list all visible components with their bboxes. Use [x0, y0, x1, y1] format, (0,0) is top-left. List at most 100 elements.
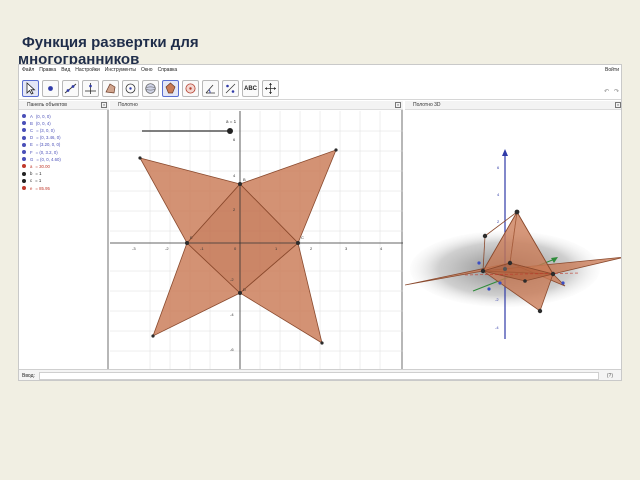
x-tick-label: 3 [345, 246, 348, 251]
graphics-view-header: Полотно × [110, 101, 403, 110]
polyhedron-net-icon [165, 82, 176, 94]
graphics-view-title: Полотно [118, 102, 138, 108]
menu-help[interactable]: Справка [158, 67, 178, 73]
algebra-item[interactable]: c = 1 [22, 178, 41, 184]
reflect-tool-button[interactable] [222, 80, 239, 97]
menu-tools[interactable]: Инструменты [105, 67, 136, 73]
sphere-tool-button[interactable] [142, 80, 159, 97]
help-icon[interactable]: (?) [607, 373, 613, 379]
input-bar: Ввод: (?) [19, 369, 621, 380]
visibility-toggle-icon[interactable] [22, 171, 26, 176]
reflect-icon [225, 83, 236, 94]
algebra-item[interactable]: F = (0, 3.2, 0) [22, 149, 58, 155]
algebra-item[interactable]: a = 30.00 [22, 163, 50, 169]
algebra-item[interactable]: A (0, 0, 0) [22, 113, 51, 119]
net-tool-button[interactable] [162, 80, 179, 97]
algebra-item-name: A [30, 113, 33, 119]
text-tool-button[interactable]: ABC [242, 80, 259, 97]
close-icon[interactable]: × [101, 102, 107, 108]
y-tick-label: 6 [233, 137, 236, 142]
algebra-view: Панель объектов × A (0, 0, 0) B (0, 0, 4) C =… [19, 101, 109, 369]
undo-icon[interactable]: ↶ [604, 88, 609, 95]
z-tick-label: 4 [497, 192, 500, 197]
move-graphics-tool-button[interactable] [262, 80, 279, 97]
algebra-item-name: e [30, 185, 33, 191]
toolbar: ABC ↶ ↷ [19, 76, 621, 100]
algebra-item[interactable]: D = (0, 3.46, 0) [22, 135, 61, 141]
algebra-item[interactable]: G = (0, 0, 4.60) [22, 156, 61, 162]
close-icon[interactable]: × [395, 102, 401, 108]
visibility-toggle-icon[interactable] [22, 178, 26, 183]
circle-icon [125, 83, 136, 94]
point-label: E [190, 235, 193, 240]
algebra-item[interactable]: e = 85.95 [22, 185, 50, 191]
input-field[interactable] [39, 372, 599, 380]
angle-tool-button[interactable] [202, 80, 219, 97]
algebra-item[interactable]: C = (3, 0, 0) [22, 127, 55, 133]
angle-icon [205, 84, 215, 94]
visibility-toggle-icon[interactable] [22, 135, 26, 140]
visibility-toggle-icon[interactable] [22, 186, 26, 190]
polygon-tool-button[interactable] [102, 80, 119, 97]
polygon-icon [105, 83, 116, 94]
algebra-item-name: c [30, 178, 33, 184]
algebra-item-value: = 30.00 [35, 163, 50, 169]
point-label: B [243, 177, 246, 182]
x-tick-label: 4 [380, 246, 383, 251]
algebra-item-value: = (3, 0, 0) [36, 127, 55, 133]
menu-file[interactable]: Файл [22, 67, 34, 73]
graphics-3d-view[interactable]: Полотно 3D × 6 4 2 -2 -4 [405, 101, 622, 369]
point-tool-button[interactable] [42, 80, 59, 97]
close-icon[interactable]: × [615, 102, 621, 108]
graphics-3d-view-title: Полотно 3D [413, 102, 441, 108]
sphere-icon [145, 83, 156, 94]
visibility-toggle-icon[interactable] [22, 128, 26, 133]
input-label: Ввод: [22, 373, 35, 379]
visibility-toggle-icon[interactable] [22, 157, 26, 162]
algebra-view-title: Панель объектов [27, 102, 67, 108]
point-icon [48, 86, 53, 91]
algebra-item[interactable]: E = (3.20, 0, 0) [22, 142, 60, 148]
algebra-item-value: (0, 0, 0) [35, 113, 51, 119]
algebra-item-value: = 1 [35, 178, 42, 184]
graphics-3d-view-header: Полотно 3D × [405, 101, 621, 110]
graphics-3d-canvas[interactable]: 6 4 2 -2 -4 [405, 111, 622, 369]
z-tick-label: -4 [495, 325, 499, 330]
visibility-toggle-icon[interactable] [22, 142, 26, 147]
visibility-toggle-icon[interactable] [22, 121, 26, 126]
menu-settings[interactable]: Настройки [75, 67, 100, 73]
graphics-view[interactable]: Полотно × a = 1 -3 -2 -1 0 1 2 3 4 6 4 2… [110, 101, 403, 369]
menu-bar: Файл Правка Вид Настройки Инструменты Ок… [19, 65, 621, 75]
text-tool-label: ABC [244, 85, 257, 92]
slider-label: a = 1 [226, 119, 237, 124]
circle-tool-button[interactable] [122, 80, 139, 97]
algebra-item-name: D [30, 135, 34, 141]
algebra-item-name: B [30, 120, 33, 126]
slide-title: Функция развертки для многогранников [18, 34, 298, 68]
algebra-item[interactable]: B (0, 0, 4) [22, 120, 51, 126]
menu-view[interactable]: Вид [61, 67, 70, 73]
visibility-toggle-icon[interactable] [22, 150, 26, 154]
algebra-view-header: Панель объектов × [19, 101, 109, 110]
algebra-item[interactable]: b = 1 [22, 171, 41, 177]
algebra-item-name: C [30, 127, 34, 133]
circle-point-tool-button[interactable] [182, 80, 199, 97]
login-link[interactable]: Войти [605, 67, 619, 73]
perpendicular-tool-button[interactable] [82, 80, 99, 97]
line-tool-button[interactable] [62, 80, 79, 97]
move-view-icon [265, 83, 276, 94]
graphics-canvas[interactable]: a = 1 -3 -2 -1 0 1 2 3 4 6 4 2 -2 -4 -6 … [110, 111, 403, 369]
visibility-toggle-icon[interactable] [22, 114, 26, 118]
algebra-item-name: a [30, 163, 33, 169]
move-tool-button[interactable] [22, 80, 39, 97]
redo-icon[interactable]: ↷ [614, 88, 619, 95]
perpendicular-line-icon [85, 83, 96, 94]
visibility-toggle-icon[interactable] [22, 164, 26, 169]
cursor-arrow-icon [26, 82, 36, 95]
slider[interactable]: a = 1 [142, 119, 237, 134]
slide-title-line1: Функция развертки для [22, 34, 199, 51]
x-tick-label: -2 [165, 246, 169, 251]
menu-window[interactable]: Окно [141, 67, 153, 73]
net-polygon[interactable] [139, 149, 337, 344]
menu-edit[interactable]: Правка [39, 67, 56, 73]
